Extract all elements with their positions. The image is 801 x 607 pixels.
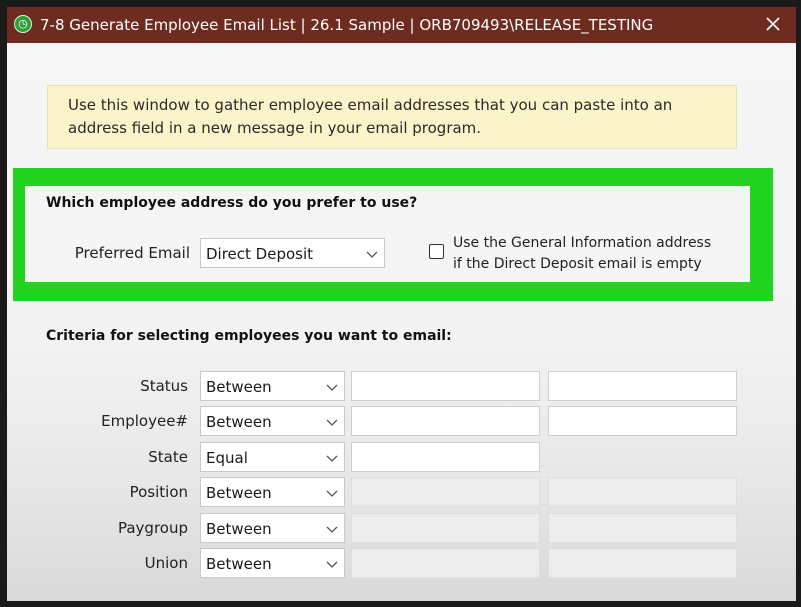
dialog-window: ◷ 7-8 Generate Employee Email List | 26.… (7, 7, 796, 601)
chevron-down-icon (326, 419, 338, 426)
position-operator-select[interactable]: Between (200, 477, 345, 507)
criteria-label-employee-number: Employee# (101, 412, 188, 430)
chevron-down-icon (326, 526, 338, 533)
paygroup-to-input[interactable] (548, 513, 737, 543)
union-operator-value: Between (206, 555, 272, 573)
employee-number-operator-value: Between (206, 413, 272, 431)
status-to-input[interactable] (548, 371, 737, 401)
fallback-address-label[interactable]: Use the General Information address if t… (453, 233, 711, 275)
position-from-input[interactable] (351, 477, 540, 507)
status-operator-value: Between (206, 378, 272, 396)
status-operator-select[interactable]: Between (200, 371, 345, 401)
info-line-1: Use this window to gather employee email… (68, 96, 673, 114)
preferred-email-value: Direct Deposit (206, 245, 314, 263)
criteria-heading: Criteria for selecting employees you wan… (46, 328, 452, 344)
paygroup-operator-select[interactable]: Between (200, 513, 345, 543)
paygroup-from-input[interactable] (351, 513, 540, 543)
preferred-email-label: Preferred Email (74, 244, 190, 262)
position-operator-value: Between (206, 484, 272, 502)
status-from-input[interactable] (351, 371, 540, 401)
close-icon (766, 17, 780, 31)
union-from-input[interactable] (351, 548, 540, 578)
paygroup-operator-value: Between (206, 520, 272, 538)
chevron-down-icon (326, 384, 338, 391)
criteria-label-position: Position (129, 483, 188, 501)
preferred-email-select[interactable]: Direct Deposit (200, 238, 385, 268)
position-to-input[interactable] (548, 477, 737, 507)
window-title: 7-8 Generate Employee Email List | 26.1 … (40, 16, 654, 34)
criteria-label-state: State (148, 448, 188, 466)
union-to-input[interactable] (548, 548, 737, 578)
state-operator-value: Equal (206, 449, 248, 467)
chevron-down-icon (326, 561, 338, 568)
employee-number-from-input[interactable] (351, 406, 540, 436)
employee-number-operator-select[interactable]: Between (200, 406, 345, 436)
fallback-label-line-2: if the Direct Deposit email is empty (453, 256, 702, 272)
close-button[interactable] (760, 11, 786, 37)
criteria-label-status: Status (140, 377, 188, 395)
employee-number-to-input[interactable] (548, 406, 737, 436)
info-banner: Use this window to gather employee email… (47, 85, 737, 149)
state-operator-select[interactable]: Equal (200, 442, 345, 472)
info-line-2: address field in a new message in your e… (68, 119, 482, 137)
title-bar[interactable]: ◷ 7-8 Generate Employee Email List | 26.… (7, 7, 796, 43)
preference-heading: Which employee address do you prefer to … (46, 195, 418, 211)
fallback-address-checkbox[interactable] (429, 244, 444, 259)
app-logo-icon: ◷ (14, 15, 32, 33)
chevron-down-icon (366, 251, 378, 258)
chevron-down-icon (326, 490, 338, 497)
chevron-down-icon (326, 455, 338, 462)
state-value-input[interactable] (351, 442, 540, 472)
criteria-label-paygroup: Paygroup (117, 519, 188, 537)
fallback-label-line-1: Use the General Information address (453, 235, 712, 251)
union-operator-select[interactable]: Between (200, 548, 345, 578)
criteria-label-union: Union (144, 554, 188, 572)
